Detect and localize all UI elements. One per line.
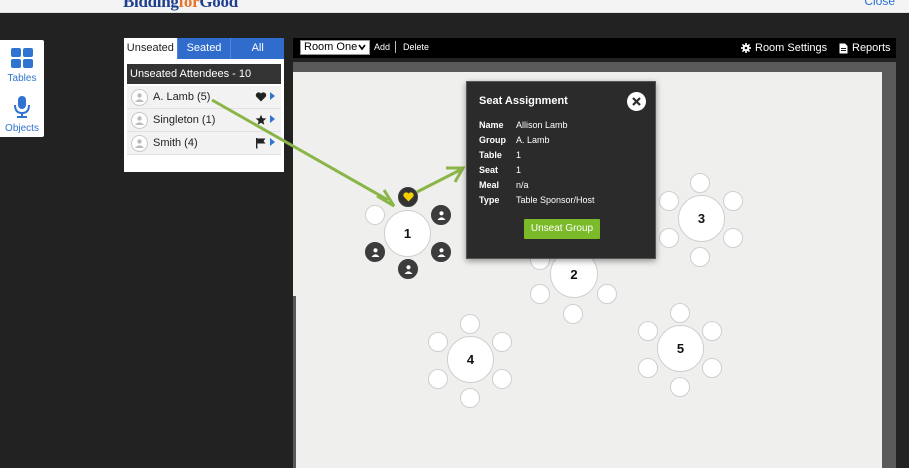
reports-button[interactable]: Reports bbox=[839, 42, 891, 54]
seat-empty[interactable] bbox=[638, 358, 658, 378]
chevron-down-icon bbox=[358, 44, 366, 51]
person-icon bbox=[437, 210, 445, 220]
delete-room-link[interactable]: Delete bbox=[403, 42, 429, 52]
table-5[interactable]: 5 bbox=[657, 325, 704, 372]
seat-empty[interactable] bbox=[492, 369, 512, 389]
seat-empty[interactable] bbox=[597, 284, 617, 304]
microphone-icon bbox=[14, 96, 30, 118]
seat-empty[interactable] bbox=[428, 332, 448, 352]
toolbar-divider bbox=[395, 41, 396, 53]
seat-empty[interactable] bbox=[460, 388, 480, 408]
table-number: 1 bbox=[403, 226, 412, 241]
drag-arrow-icon[interactable] bbox=[270, 115, 275, 123]
brand-logo: BiddingforGood bbox=[123, 0, 238, 11]
palette-objects-label: Objects bbox=[5, 123, 39, 134]
seat-empty[interactable] bbox=[723, 191, 743, 211]
table-1[interactable]: 1 bbox=[384, 210, 431, 257]
flag-icon bbox=[256, 138, 266, 149]
attendee-tabs: Unseated Seated All bbox=[124, 38, 285, 59]
table-4[interactable]: 4 bbox=[447, 336, 494, 383]
gear-icon bbox=[741, 43, 751, 53]
table-number: 5 bbox=[676, 341, 685, 356]
popup-close-button[interactable] bbox=[627, 92, 646, 111]
seat-empty[interactable] bbox=[659, 191, 679, 211]
person-icon bbox=[437, 247, 445, 257]
table-3[interactable]: 3 bbox=[678, 195, 725, 242]
reports-label: Reports bbox=[852, 42, 891, 54]
seat-empty[interactable] bbox=[365, 205, 385, 225]
table-number: 3 bbox=[697, 211, 706, 226]
drag-arrow-icon[interactable] bbox=[270, 138, 275, 146]
room-settings-label: Room Settings bbox=[755, 42, 828, 54]
seat-occupied[interactable] bbox=[431, 205, 451, 225]
seat-empty[interactable] bbox=[702, 358, 722, 378]
group-avatar-icon bbox=[131, 88, 148, 106]
seat-occupied[interactable] bbox=[398, 259, 418, 279]
add-room-link[interactable]: Add bbox=[374, 42, 390, 52]
popup-title: Seat Assignment bbox=[479, 95, 568, 107]
unseat-group-button[interactable]: Unseat Group bbox=[524, 219, 600, 239]
seat-1-host[interactable] bbox=[398, 187, 418, 207]
room-select-value: Room One bbox=[304, 41, 358, 53]
tab-seated[interactable]: Seated bbox=[176, 38, 231, 59]
palette-objects-button[interactable]: Objects bbox=[0, 95, 44, 134]
star-icon bbox=[255, 114, 267, 125]
person-icon bbox=[404, 264, 412, 274]
document-icon bbox=[839, 43, 848, 53]
seat-assignment-popup: Seat Assignment Name Allison Lamb Group A.… bbox=[466, 81, 656, 259]
seat-empty[interactable] bbox=[670, 303, 690, 323]
heart-icon bbox=[255, 92, 267, 102]
seat-occupied[interactable] bbox=[431, 242, 451, 262]
attendee-row-smith[interactable]: Smith (4) bbox=[127, 132, 281, 155]
attendee-name: Smith (4) bbox=[153, 137, 198, 149]
drag-arrow-icon[interactable] bbox=[270, 92, 275, 100]
grid-icon bbox=[11, 48, 33, 68]
palette-tables-button[interactable]: Tables bbox=[0, 47, 44, 84]
seat-occupied[interactable] bbox=[365, 242, 385, 262]
tab-all[interactable]: All bbox=[230, 38, 285, 59]
person-icon bbox=[371, 247, 379, 257]
seat-empty[interactable] bbox=[723, 228, 743, 248]
table-number: 4 bbox=[466, 352, 475, 367]
seat-empty[interactable] bbox=[638, 321, 658, 341]
tab-unseated[interactable]: Unseated bbox=[124, 38, 177, 59]
close-icon bbox=[632, 97, 641, 106]
seat-empty[interactable] bbox=[530, 284, 550, 304]
attendee-list: A. Lamb (5) Singleton (1) Smith (4) bbox=[127, 86, 281, 155]
seat-empty[interactable] bbox=[702, 321, 722, 341]
seat-empty[interactable] bbox=[690, 247, 710, 267]
room-select[interactable]: Room One bbox=[300, 40, 370, 55]
table-number: 2 bbox=[570, 266, 578, 282]
seat-empty[interactable] bbox=[690, 173, 710, 193]
seat-empty[interactable] bbox=[659, 228, 679, 248]
object-palette: Tables Objects bbox=[0, 40, 44, 137]
seat-empty[interactable] bbox=[563, 304, 583, 324]
attendee-name: Singleton (1) bbox=[153, 114, 216, 126]
close-link[interactable]: Close bbox=[864, 0, 895, 8]
seat-empty[interactable] bbox=[492, 332, 512, 352]
heart-icon bbox=[402, 192, 414, 202]
group-avatar-icon bbox=[131, 111, 148, 129]
seat-empty[interactable] bbox=[460, 314, 480, 334]
unseated-attendees-header: Unseated Attendees - 10 bbox=[127, 64, 281, 84]
group-avatar-icon bbox=[131, 134, 148, 152]
seat-empty[interactable] bbox=[428, 369, 448, 389]
attendee-name: A. Lamb (5) bbox=[153, 91, 211, 103]
room-settings-button[interactable]: Room Settings bbox=[741, 42, 827, 54]
room-toolbar: Room One Add Delete Room Settings Report… bbox=[293, 38, 896, 58]
attendee-row-a-lamb[interactable]: A. Lamb (5) bbox=[127, 86, 281, 109]
palette-tables-label: Tables bbox=[7, 73, 37, 84]
attendee-panel: Unseated Seated All Unseated Attendees -… bbox=[124, 38, 285, 172]
attendee-row-singleton[interactable]: Singleton (1) bbox=[127, 109, 281, 132]
seat-empty[interactable] bbox=[670, 377, 690, 397]
top-bar: BiddingforGood Close bbox=[0, 0, 909, 13]
